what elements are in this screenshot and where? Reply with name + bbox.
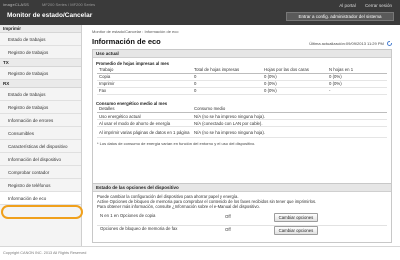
table-cell: N/A (no se ha impreso ninguna hoja).	[192, 126, 387, 138]
table-cell: Al usar el modo de ahorro de energía	[97, 119, 192, 127]
table-row: Al imprimir varias páginas de datos en 1…	[97, 126, 387, 138]
table-cell: Imprimir	[97, 80, 192, 88]
column-header: Hojas por las dos caras	[262, 66, 327, 74]
setting-value: Off	[225, 214, 231, 219]
settings-description-line: Para obtener más información, consulte ¿…	[97, 204, 260, 209]
energy-note: * Los datos de consumo de energía varían…	[97, 141, 256, 146]
change-settings-button[interactable]: Cambiar opciones	[274, 226, 318, 235]
sidebar-section-rx: RX	[0, 80, 81, 88]
table-row: Al usar el modo de ahorro de energía N/A…	[97, 119, 387, 127]
sidebar-item-print-job-log[interactable]: Registro de trabajos	[0, 46, 81, 59]
breadcrumb: Monitor de estado/Cancelar : Información…	[92, 29, 179, 34]
table-header-row: Detalles Consumo medio	[97, 105, 387, 113]
logout-link[interactable]: Cerrar sesión	[365, 3, 392, 8]
eco-usage-panel: Uso actual Promedio de hojas impresas al…	[92, 49, 392, 186]
sidebar-item-rx-job-log[interactable]: Registro de trabajos	[0, 101, 81, 114]
device-settings-panel: Estado de las opciones del dispositivo P…	[92, 183, 392, 243]
table-row: Imprimir 0 0 (0%) 0 (0%)	[97, 80, 387, 88]
sidebar-item-device-info[interactable]: Información del dispositivo	[0, 153, 81, 166]
setting-value: Off	[225, 227, 231, 232]
table-cell: 0 (0%)	[327, 80, 387, 88]
table-cell: Copia	[97, 73, 192, 81]
energy-table: Detalles Consumo medio Uso energético ac…	[97, 105, 387, 138]
table-cell: -	[327, 87, 387, 95]
table-cell: Fax	[97, 87, 192, 95]
table-cell: 0	[192, 73, 262, 81]
sidebar-item-print-job-status[interactable]: Estado de trabajos	[0, 33, 81, 46]
table-cell: N/A (no se ha impreso ninguna hoja).	[192, 112, 387, 120]
top-links: Al portal Cerrar sesión	[331, 3, 392, 8]
model-name: MF200 Series / MF200 Series	[42, 2, 96, 7]
column-header: Consumo medio	[192, 105, 387, 113]
sidebar-item-consumables[interactable]: Consumibles	[0, 127, 81, 140]
table-cell: 0	[192, 87, 262, 95]
top-header: imageCLASS MF200 Series / MF200 Series M…	[0, 0, 400, 25]
setting-label: N en 1 en Opciones de copia	[100, 213, 156, 218]
sidebar: Imprimir Estado de trabajos Registro de …	[0, 25, 82, 246]
table-cell: Al imprimir varias páginas de datos en 1…	[97, 126, 192, 138]
app-title: Monitor de estado/Cancelar	[7, 12, 93, 19]
table-row: Copia 0 0 (0%) 0 (0%)	[97, 73, 387, 81]
refresh-icon[interactable]	[387, 41, 392, 47]
table-row: Uso energético actual N/A (no se ha impr…	[97, 112, 387, 120]
column-header: N hojas en 1	[327, 66, 387, 74]
sidebar-item-rx-job-status[interactable]: Estado de trabajos	[0, 88, 81, 101]
device-settings-panel-title: Estado de las opciones del dispositivo	[93, 184, 391, 192]
sidebar-item-phone-log[interactable]: Registro de teléfonos	[0, 179, 81, 192]
pages-table: Trabajo Total de hojas impresas Hojas po…	[97, 66, 387, 95]
table-row: Fax 0 0 (0%) -	[97, 87, 387, 95]
sidebar-section-tx: TX	[0, 59, 81, 67]
table-header-row: Trabajo Total de hojas impresas Hojas po…	[97, 66, 387, 74]
settings-description: Puede cambiar la configuración del dispo…	[93, 194, 391, 209]
change-settings-button[interactable]: Cambiar opciones	[274, 213, 318, 222]
table-cell: Uso energético actual	[97, 112, 192, 120]
table-cell: 0 (0%)	[327, 73, 387, 81]
eco-usage-panel-title: Uso actual	[93, 50, 391, 58]
sidebar-item-check-counter[interactable]: Comprobar contador	[0, 166, 81, 179]
portal-link[interactable]: Al portal	[339, 3, 356, 8]
page-title: Información de eco	[92, 37, 161, 46]
setting-label: Opciones de bloqueo de memoria de fax	[100, 226, 178, 231]
last-update: Última actualización:09/09/2013 11:29 PM	[309, 41, 392, 47]
sidebar-item-device-features[interactable]: Características del dispositivo	[0, 140, 81, 153]
column-header: Total de hojas impresas	[192, 66, 262, 74]
table-cell: 0 (0%)	[262, 80, 327, 88]
setting-row-n-in-1: N en 1 en Opciones de copia Off Cambiar …	[97, 213, 387, 226]
table-cell: N/A (conectado con LAN por cable).	[192, 119, 387, 127]
sidebar-section-print: Imprimir	[0, 25, 81, 33]
sidebar-item-tx-job-log[interactable]: Registro de trabajos	[0, 67, 81, 80]
column-header: Detalles	[97, 105, 192, 113]
copyright-text: Copyright CANON INC. 2013 All Rights Res…	[3, 251, 87, 255]
table-cell: 0 (0%)	[262, 73, 327, 81]
last-update-text: Última actualización:09/09/2013 11:29 PM	[309, 41, 384, 46]
table-cell: 0 (0%)	[262, 87, 327, 95]
setting-row-fax-memory-lock: Opciones de bloqueo de memoria de fax Of…	[97, 226, 387, 239]
brand-logo: imageCLASS	[3, 2, 30, 7]
column-header: Trabajo	[97, 66, 192, 74]
sidebar-item-eco-info[interactable]: Información de eco	[0, 192, 81, 205]
footer: Copyright CANON INC. 2013 All Rights Res…	[0, 246, 400, 260]
admin-settings-button[interactable]: Entrar a config. administrador del siste…	[286, 12, 394, 21]
sidebar-item-error-info[interactable]: Información de errores	[0, 114, 81, 127]
table-cell: 0	[192, 80, 262, 88]
main-content: Monitor de estado/Cancelar : Información…	[82, 25, 400, 246]
